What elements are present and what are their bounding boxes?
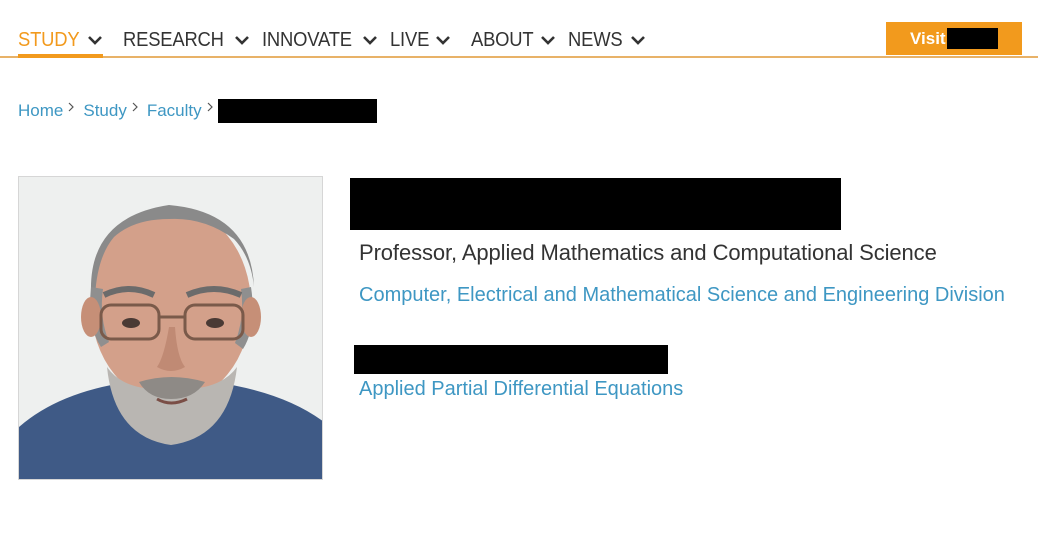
chevron-down-icon bbox=[234, 32, 250, 48]
nav-item-innovate[interactable]: INNOVATE bbox=[262, 25, 378, 55]
division-link[interactable]: Computer, Electrical and Mathematical Sc… bbox=[359, 284, 1005, 307]
nav-item-about[interactable]: ABOUT bbox=[471, 25, 557, 55]
redacted-block bbox=[354, 345, 668, 374]
chevron-down-icon bbox=[362, 32, 378, 48]
chevron-down-icon bbox=[540, 32, 556, 48]
profile-photo bbox=[18, 176, 323, 480]
nav-menu: STUDY RESEARCH INNOVATE LIVE ABOUT NEWS bbox=[18, 25, 656, 58]
nav-item-label: LIVE bbox=[390, 28, 430, 51]
breadcrumb-study[interactable]: Study bbox=[83, 101, 126, 121]
nav-item-label: ABOUT bbox=[470, 28, 534, 51]
chevron-right-icon bbox=[67, 101, 77, 115]
chevron-down-icon bbox=[435, 32, 451, 48]
nav-item-live[interactable]: LIVE bbox=[390, 25, 451, 55]
redacted-block bbox=[217, 99, 377, 123]
research-group-link[interactable]: Applied Partial Differential Equations bbox=[359, 378, 683, 401]
faculty-title: Professor, Applied Mathematics and Compu… bbox=[359, 240, 937, 265]
nav-item-news[interactable]: NEWS bbox=[568, 25, 645, 55]
chevron-down-icon bbox=[87, 32, 103, 48]
main-navigation: STUDY RESEARCH INNOVATE LIVE ABOUT NEWS … bbox=[0, 0, 1038, 58]
chevron-down-icon bbox=[630, 32, 646, 48]
breadcrumb: Home Study Faculty bbox=[18, 99, 377, 123]
nav-item-label: INNOVATE bbox=[262, 28, 353, 51]
redacted-block bbox=[350, 178, 841, 230]
redacted-block bbox=[947, 28, 998, 49]
nav-item-label: RESEARCH bbox=[122, 28, 224, 51]
breadcrumb-home[interactable]: Home bbox=[18, 101, 63, 121]
portrait-illustration bbox=[19, 177, 322, 479]
nav-item-study[interactable]: STUDY bbox=[18, 25, 103, 58]
chevron-right-icon bbox=[131, 101, 141, 115]
nav-item-research[interactable]: RESEARCH bbox=[123, 25, 251, 55]
nav-item-label: NEWS bbox=[568, 28, 623, 51]
visit-button-label: Visit bbox=[910, 28, 946, 48]
chevron-right-icon bbox=[206, 101, 216, 115]
breadcrumb-faculty[interactable]: Faculty bbox=[147, 101, 202, 121]
nav-item-label: STUDY bbox=[18, 28, 80, 51]
